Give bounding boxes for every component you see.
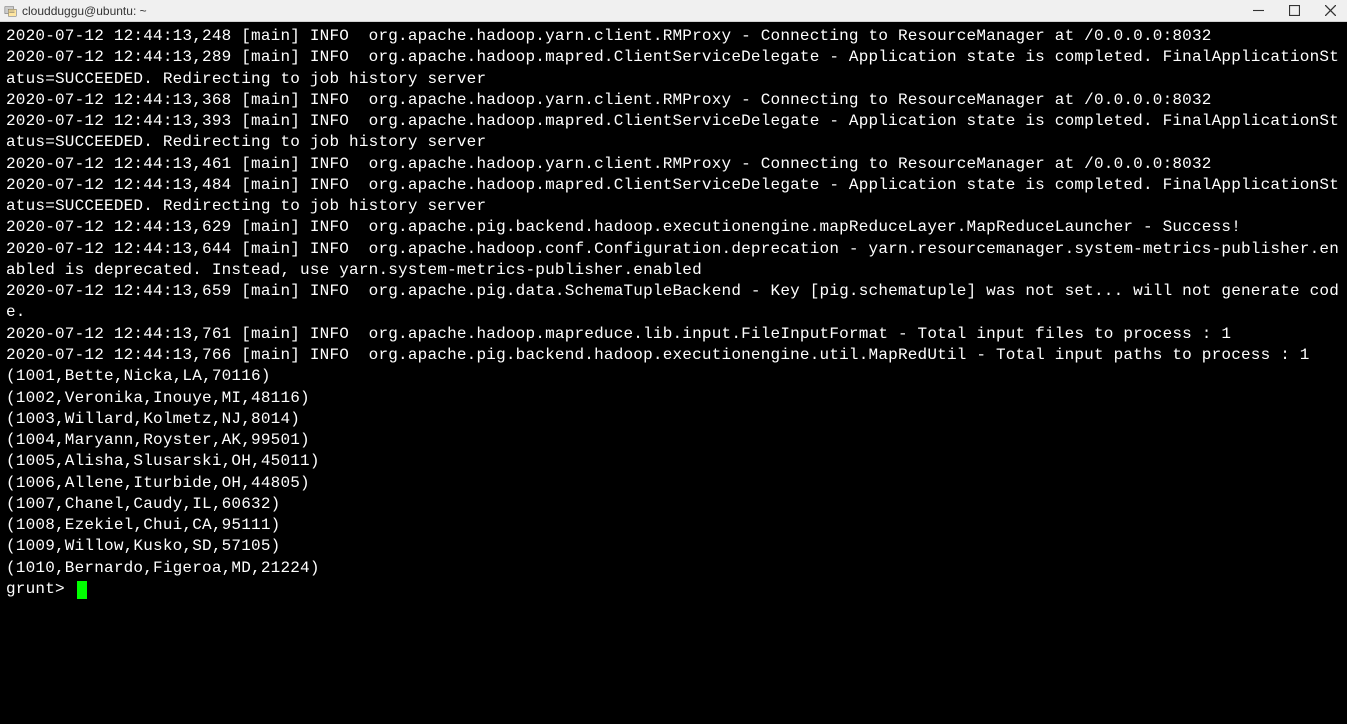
log-line: 2020-07-12 12:44:13,484 [main] INFO org.… <box>6 175 1341 218</box>
prompt-text: grunt> <box>6 579 75 600</box>
log-line: 2020-07-12 12:44:13,393 [main] INFO org.… <box>6 111 1341 154</box>
output-line: (1001,Bette,Nicka,LA,70116) <box>6 366 1341 387</box>
cursor-icon <box>77 581 87 599</box>
terminal-area[interactable]: 2020-07-12 12:44:13,248 [main] INFO org.… <box>0 22 1347 724</box>
log-line: 2020-07-12 12:44:13,629 [main] INFO org.… <box>6 217 1341 238</box>
putty-icon <box>4 4 18 18</box>
output-line: (1008,Ezekiel,Chui,CA,95111) <box>6 515 1341 536</box>
minimize-button[interactable] <box>1251 4 1265 18</box>
log-line: 2020-07-12 12:44:13,248 [main] INFO org.… <box>6 26 1341 47</box>
log-line: 2020-07-12 12:44:13,761 [main] INFO org.… <box>6 324 1341 345</box>
log-line: 2020-07-12 12:44:13,766 [main] INFO org.… <box>6 345 1341 366</box>
log-line: 2020-07-12 12:44:13,368 [main] INFO org.… <box>6 90 1341 111</box>
window-title: cloudduggu@ubuntu: ~ <box>22 4 1251 18</box>
output-line: (1004,Maryann,Royster,AK,99501) <box>6 430 1341 451</box>
log-line: 2020-07-12 12:44:13,289 [main] INFO org.… <box>6 47 1341 90</box>
log-line: 2020-07-12 12:44:13,644 [main] INFO org.… <box>6 239 1341 282</box>
output-line: (1007,Chanel,Caudy,IL,60632) <box>6 494 1341 515</box>
output-line: (1009,Willow,Kusko,SD,57105) <box>6 536 1341 557</box>
log-line: 2020-07-12 12:44:13,659 [main] INFO org.… <box>6 281 1341 324</box>
output-line: (1002,Veronika,Inouye,MI,48116) <box>6 388 1341 409</box>
output-line: (1005,Alisha,Slusarski,OH,45011) <box>6 451 1341 472</box>
prompt-line: grunt> <box>6 579 1341 600</box>
close-button[interactable] <box>1323 4 1337 18</box>
maximize-button[interactable] <box>1287 4 1301 18</box>
output-line: (1010,Bernardo,Figeroa,MD,21224) <box>6 558 1341 579</box>
log-line: 2020-07-12 12:44:13,461 [main] INFO org.… <box>6 154 1341 175</box>
output-line: (1006,Allene,Iturbide,OH,44805) <box>6 473 1341 494</box>
output-line: (1003,Willard,Kolmetz,NJ,8014) <box>6 409 1341 430</box>
window-controls <box>1251 4 1343 18</box>
titlebar: cloudduggu@ubuntu: ~ <box>0 0 1347 22</box>
